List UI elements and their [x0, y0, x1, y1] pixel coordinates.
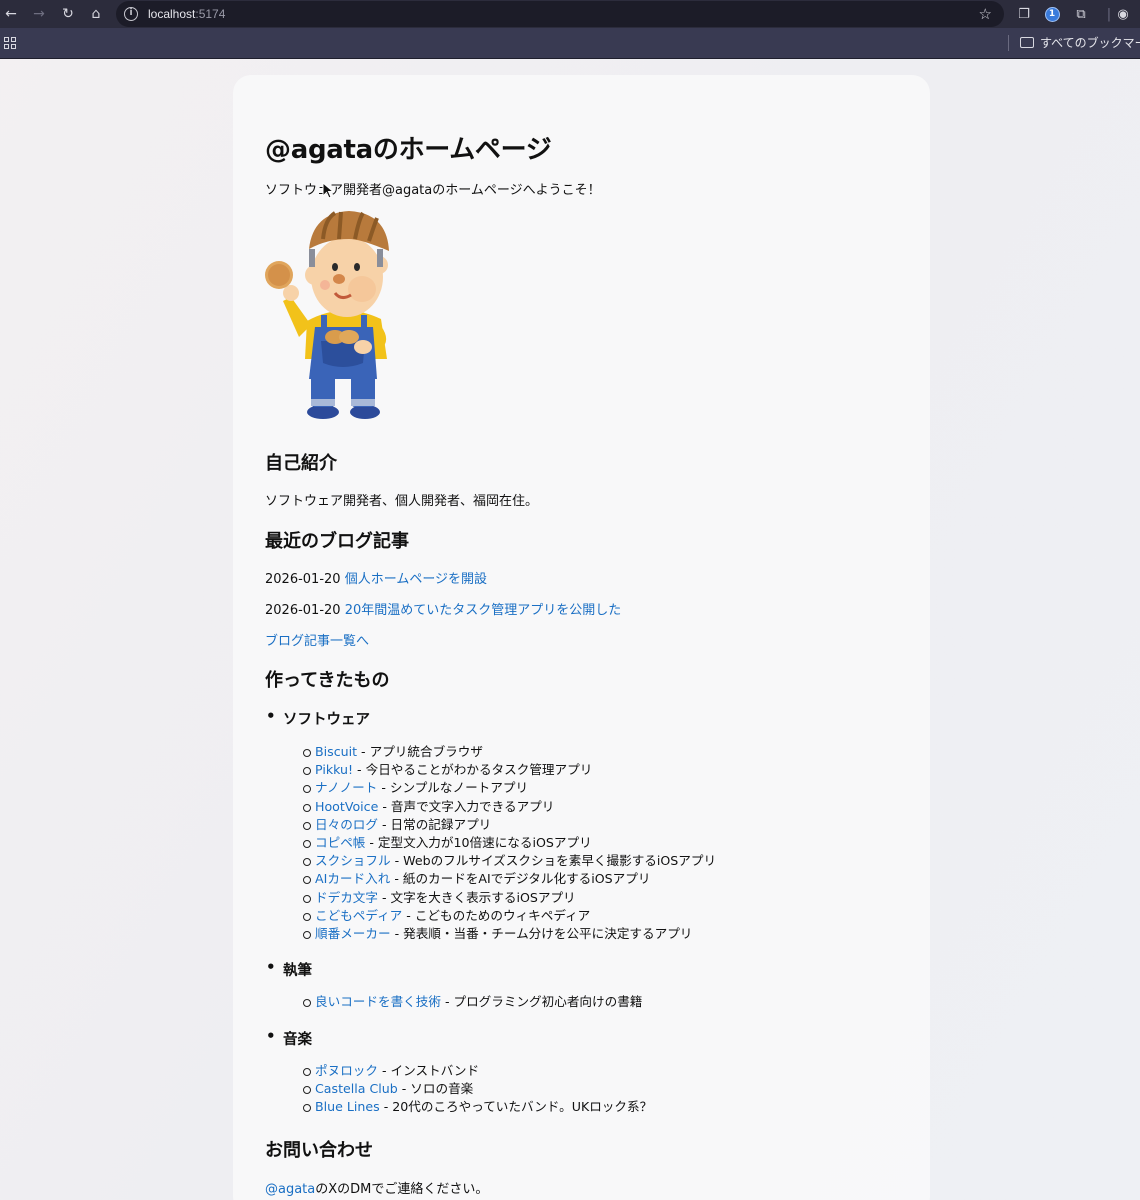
contact-text: @agataのXのDMでご連絡ください。 [265, 1178, 488, 1197]
bookmarks-bar: すべてのブックマーク [0, 28, 1140, 59]
blog-post-date: 2026-01-20 [265, 603, 341, 618]
password-manager-icon[interactable]: 1 [1043, 5, 1061, 23]
item-link[interactable]: Pikku! [315, 762, 353, 777]
about-heading: 自己紹介 [265, 453, 337, 474]
item-link[interactable]: ドデカ文字 [315, 890, 378, 905]
works-heading: 作ってきたもの [265, 670, 390, 691]
blog-list-row: ブログ記事一覧へ [265, 630, 369, 649]
blog-post-row: 2026-01-20 20年間温めていたタスク管理アプリを公開した [265, 599, 621, 618]
list-item: 良いコードを書く技術 - プログラミング初心者向けの書籍 [302, 993, 643, 1011]
mouse-cursor-icon [322, 182, 334, 199]
blog-post-date: 2026-01-20 [265, 572, 341, 587]
item-link[interactable]: AIカード入れ [315, 871, 390, 886]
item-desc: - 20代のころやっていたバンド。UKロック系？ [379, 1099, 653, 1115]
list-item: Blue Lines - 20代のころやっていたバンド。UKロック系？ [302, 1098, 653, 1116]
list-item: ポヌロック - インストバンド [302, 1062, 652, 1080]
intro-text: ソフトウェア開発者@agataのホームページへようこそ！ [265, 183, 601, 198]
item-desc: - インストバンド [377, 1063, 480, 1078]
item-link[interactable]: HootVoice [315, 799, 378, 814]
item-desc: - 文字を大きく表示するiOSアプリ [377, 889, 576, 905]
folder-icon [1020, 37, 1034, 48]
page-title: @agataのホームページ [265, 135, 552, 165]
forward-icon[interactable]: → [28, 3, 50, 25]
music-list: ポヌロック - インストバンド Castella Club - ソロの音楽 Bl… [302, 1062, 653, 1117]
item-desc: - 発表順・当番・チーム分けを公平に決定するアプリ [390, 925, 693, 941]
item-desc: - 音声で文字入力できるアプリ [378, 798, 555, 814]
writing-list: 良いコードを書く技術 - プログラミング初心者向けの書籍 [302, 993, 643, 1011]
site-info-icon[interactable]: i [124, 7, 138, 21]
home-icon[interactable]: ⌂ [85, 3, 107, 25]
item-desc: - ソロの音楽 [397, 1081, 474, 1097]
item-link[interactable]: コピペ帳 [315, 835, 365, 850]
list-item: Castella Club - ソロの音楽 [302, 1080, 652, 1098]
item-link[interactable]: Biscuit [315, 744, 357, 759]
list-item: AIカード入れ - 紙のカードをAIでデジタル化するiOSアプリ [302, 870, 716, 888]
blog-heading: 最近のブログ記事 [265, 531, 409, 552]
list-item: コピペ帳 - 定型文入力が10倍速になるiOSアプリ [302, 834, 716, 852]
category-software: ソフトウェア [266, 707, 370, 729]
back-icon[interactable]: ← [0, 3, 22, 25]
bookmark-star-icon[interactable]: ☆ [979, 5, 992, 23]
item-link[interactable]: ポヌロック [315, 1063, 378, 1078]
extension-icon[interactable]: ❐ [1015, 5, 1033, 23]
item-link[interactable]: 良いコードを書く技術 [315, 994, 441, 1009]
contact-link[interactable]: @agata [265, 1182, 315, 1197]
item-desc: - 今日やることがわかるタスク管理アプリ [353, 762, 593, 778]
category-music: 音楽 [266, 1027, 312, 1049]
item-desc: - Webのフルサイズスクショを素早く撮影するiOSアプリ [390, 853, 717, 869]
item-link[interactable]: Blue Lines [315, 1099, 380, 1114]
item-desc: - 日常の記録アプリ [377, 816, 492, 832]
list-item: 日々のログ - 日常の記録アプリ [302, 816, 716, 834]
contact-heading: お問い合わせ [265, 1140, 373, 1161]
list-item: HootVoice - 音声で文字入力できるアプリ [302, 798, 716, 816]
item-desc: - 定型文入力が10倍速になるiOSアプリ [365, 834, 592, 850]
page-card: @agataのホームページ ソフトウェア開発者@agataのホームページへようこ… [233, 75, 930, 1200]
item-link[interactable]: 順番メーカー [315, 926, 391, 941]
list-item: スクショフル - Webのフルサイズスクショを素早く撮影するiOSアプリ [302, 852, 717, 870]
list-item: こどもペディア - こどものためのウィキペディア [302, 907, 716, 925]
url-text[interactable]: localhost:5174 [148, 7, 225, 21]
software-list: Biscuit - アプリ統合ブラウザ Pikku! - 今日やることがわかるタ… [302, 743, 717, 943]
profile-icon[interactable]: ◉ [1114, 5, 1132, 23]
all-bookmarks-folder[interactable]: すべてのブックマーク [1020, 34, 1140, 51]
item-link[interactable]: 日々のログ [315, 817, 378, 832]
browser-toolbar: ← → ↻ ⌂ i localhost:5174 ☆ ❐ 1 ⧉ | ◉ [0, 0, 1140, 28]
item-desc: - アプリ統合ブラウザ [357, 744, 483, 759]
mascot-illustration [265, 211, 389, 419]
item-link[interactable]: こどもペディア [315, 908, 402, 923]
about-text: ソフトウェア開発者、個人開発者、福岡在住。 [265, 494, 539, 509]
bookmarks-separator [1008, 35, 1009, 51]
reload-icon[interactable]: ↻ [57, 3, 79, 25]
item-desc: - 紙のカードをAIでデジタル化するiOSアプリ [390, 871, 651, 887]
blog-post-row: 2026-01-20 個人ホームページを開設 [265, 568, 487, 587]
all-bookmarks-label: すべてのブックマーク [1040, 36, 1140, 50]
category-writing: 執筆 [266, 958, 312, 980]
extensions-puzzle-icon[interactable]: ⧉ [1072, 5, 1090, 23]
blog-list-link[interactable]: ブログ記事一覧へ [265, 634, 369, 649]
apps-grid-icon[interactable] [4, 37, 16, 49]
item-desc: - シンプルなノートアプリ [377, 780, 529, 796]
item-desc: - こどものためのウィキペディア [402, 907, 591, 923]
item-link[interactable]: スクショフル [315, 853, 391, 868]
list-item: 順番メーカー - 発表順・当番・チーム分けを公平に決定するアプリ [302, 925, 716, 943]
blog-post-link[interactable]: 20年間温めていたタスク管理アプリを公開した [345, 603, 622, 618]
item-desc: - プログラミング初心者向けの書籍 [440, 994, 643, 1009]
item-link[interactable]: ナノノート [315, 780, 377, 795]
contact-desc: のXのDMでご連絡ください。 [315, 1182, 489, 1197]
list-item: Biscuit - アプリ統合ブラウザ [302, 743, 716, 761]
blog-post-link[interactable]: 個人ホームページを開設 [345, 572, 487, 587]
address-bar[interactable]: i localhost:5174 ☆ [116, 1, 1004, 27]
list-item: ナノノート - シンプルなノートアプリ [302, 779, 716, 797]
item-link[interactable]: Castella Club [315, 1081, 398, 1096]
list-item: Pikku! - 今日やることがわかるタスク管理アプリ [302, 761, 716, 779]
list-item: ドデカ文字 - 文字を大きく表示するiOSアプリ [302, 889, 716, 907]
